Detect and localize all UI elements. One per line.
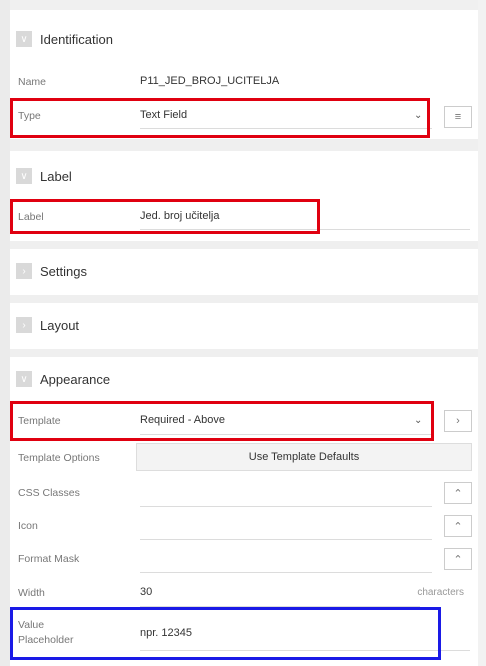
css-classes-input[interactable] — [140, 506, 432, 507]
highlight-template — [10, 401, 434, 441]
chevron-down-icon: ∨ — [16, 168, 32, 184]
section-identification[interactable]: ∨ Identification — [16, 26, 113, 52]
width-label: Width — [18, 587, 45, 599]
section-settings[interactable]: › Settings — [16, 258, 87, 284]
section-appearance[interactable]: ∨ Appearance — [16, 366, 110, 392]
format-mask-input[interactable] — [140, 572, 432, 573]
section-layout[interactable]: › Layout — [16, 312, 79, 338]
section-title: Layout — [40, 317, 80, 333]
scrollbar[interactable] — [478, 0, 486, 666]
chevron-up-icon[interactable]: ⌃ — [444, 515, 472, 537]
chevron-up-icon[interactable]: ⌃ — [444, 482, 472, 504]
section-label[interactable]: ∨ Label — [16, 163, 72, 189]
highlight-placeholder — [10, 607, 441, 660]
section-title: Identification — [40, 31, 113, 47]
format-mask-label: Format Mask — [18, 553, 80, 565]
divider — [10, 241, 478, 249]
section-title: Settings — [40, 263, 87, 279]
icon-label: Icon — [18, 520, 38, 532]
highlight-label — [10, 199, 320, 234]
chevron-right-icon: › — [16, 317, 32, 333]
left-gutter — [0, 0, 10, 666]
divider — [10, 349, 478, 357]
section-title: Label — [40, 168, 72, 184]
css-classes-label: CSS Classes — [18, 487, 80, 499]
template-options-label: Template Options — [18, 452, 100, 464]
width-row: Width 30 characters — [16, 580, 476, 607]
css-classes-row: CSS Classes ⌃ — [16, 480, 476, 507]
section-title: Appearance — [40, 371, 111, 387]
name-value[interactable]: P11_JED_BROJ_UCITELJA — [140, 75, 279, 87]
name-label: Name — [18, 76, 47, 88]
chevron-right-icon[interactable]: › — [444, 410, 472, 432]
chevron-down-icon: ∨ — [16, 31, 32, 47]
highlight-type — [10, 98, 430, 138]
icon-input[interactable] — [140, 539, 432, 540]
top-band — [0, 0, 486, 10]
width-input[interactable]: 30 — [140, 586, 152, 598]
chevron-right-icon: › — [16, 263, 32, 279]
format-mask-row: Format Mask ⌃ — [16, 546, 476, 573]
name-row: Name P11_JED_BROJ_UCITELJA — [16, 70, 476, 96]
list-icon[interactable]: ≡ — [444, 106, 472, 128]
chevron-down-icon: ∨ — [16, 371, 32, 387]
chevron-up-icon[interactable]: ⌃ — [444, 548, 472, 570]
icon-row: Icon ⌃ — [16, 513, 476, 540]
divider — [10, 295, 478, 303]
width-suffix: characters — [417, 587, 464, 598]
divider — [10, 139, 478, 151]
use-template-defaults-button[interactable]: Use Template Defaults — [136, 443, 472, 471]
